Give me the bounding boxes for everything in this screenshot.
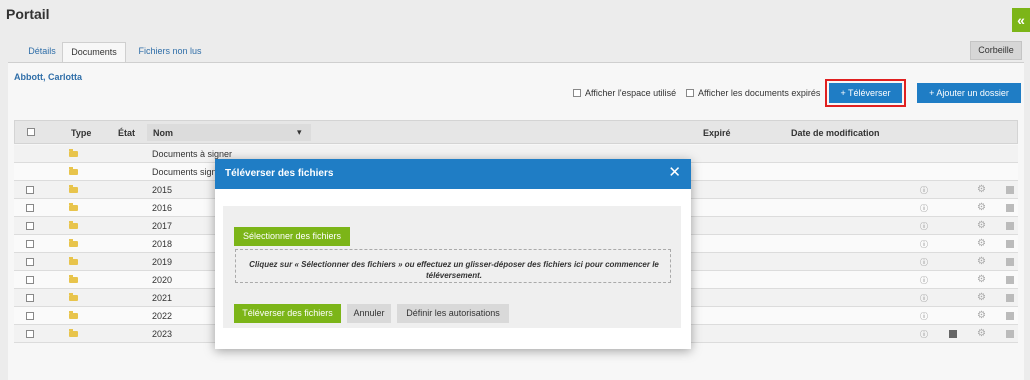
- upload-modal: Téléverser des fichiers ✕ Sélectionner d…: [215, 159, 691, 349]
- menu-icon[interactable]: [1006, 294, 1014, 302]
- select-all-checkbox[interactable]: [27, 128, 35, 136]
- set-permissions-button[interactable]: Définir les autorisations: [397, 304, 509, 323]
- select-files-button[interactable]: Sélectionner des fichiers: [234, 227, 350, 246]
- modal-body: Sélectionner des fichiers Cliquez sur « …: [223, 206, 681, 328]
- top-bar: Portail «: [0, 0, 1030, 32]
- owner-name[interactable]: Abbott, Carlotta: [14, 72, 82, 82]
- show-expired-checkbox[interactable]: [686, 89, 694, 97]
- info-icon[interactable]: ⓘ: [920, 275, 928, 286]
- folder-icon: [69, 167, 78, 175]
- folder-icon: [69, 239, 78, 247]
- folder-icon: [69, 221, 78, 229]
- tab-documents[interactable]: Documents: [62, 42, 126, 63]
- gear-icon[interactable]: ⚙: [977, 292, 986, 303]
- folder-icon: [69, 203, 78, 211]
- row-checkbox[interactable]: [26, 204, 34, 212]
- row-name[interactable]: 2022: [152, 311, 172, 321]
- col-name: Nom: [153, 128, 173, 138]
- edit-icon[interactable]: [949, 330, 957, 338]
- menu-icon[interactable]: [1006, 258, 1014, 266]
- menu-icon[interactable]: [1006, 186, 1014, 194]
- col-expired[interactable]: Expiré: [703, 128, 731, 138]
- gear-icon[interactable]: ⚙: [977, 220, 986, 231]
- row-name[interactable]: 2017: [152, 221, 172, 231]
- row-checkbox[interactable]: [26, 312, 34, 320]
- row-checkbox[interactable]: [26, 276, 34, 284]
- show-expired-label: Afficher les documents expirés: [698, 88, 821, 98]
- row-checkbox[interactable]: [26, 330, 34, 338]
- trash-button[interactable]: Corbeille: [970, 41, 1022, 60]
- folder-icon: [69, 293, 78, 301]
- info-icon[interactable]: ⓘ: [920, 329, 928, 340]
- info-icon[interactable]: ⓘ: [920, 239, 928, 250]
- row-name[interactable]: 2018: [152, 239, 172, 249]
- gear-icon[interactable]: ⚙: [977, 328, 986, 339]
- drop-zone-text: Cliquez sur « Sélectionner des fichiers …: [249, 260, 659, 280]
- col-modified[interactable]: Date de modification: [791, 128, 880, 138]
- row-name[interactable]: 2015: [152, 185, 172, 195]
- upload-button[interactable]: + Téléverser: [829, 83, 902, 103]
- folder-icon: [69, 275, 78, 283]
- info-icon[interactable]: ⓘ: [920, 221, 928, 232]
- gear-icon[interactable]: ⚙: [977, 256, 986, 267]
- sort-caret-icon: ▾: [297, 127, 302, 137]
- info-icon[interactable]: ⓘ: [920, 185, 928, 196]
- menu-icon[interactable]: [1006, 330, 1014, 338]
- info-icon[interactable]: ⓘ: [920, 203, 928, 214]
- add-folder-button[interactable]: + Ajouter un dossier: [917, 83, 1021, 103]
- info-icon[interactable]: ⓘ: [920, 311, 928, 322]
- row-name[interactable]: 2023: [152, 329, 172, 339]
- row-name[interactable]: 2016: [152, 203, 172, 213]
- gear-icon[interactable]: ⚙: [977, 274, 986, 285]
- info-icon[interactable]: ⓘ: [920, 293, 928, 304]
- cancel-button[interactable]: Annuler: [347, 304, 391, 323]
- col-state[interactable]: État: [118, 128, 135, 138]
- show-space-option[interactable]: Afficher l'espace utilisé: [573, 88, 676, 98]
- name-sort-box[interactable]: Nom ▾: [147, 124, 311, 141]
- row-name[interactable]: 2020: [152, 275, 172, 285]
- close-icon[interactable]: ✕: [668, 165, 681, 180]
- row-checkbox[interactable]: [26, 222, 34, 230]
- folder-icon: [69, 185, 78, 193]
- modal-header: Téléverser des fichiers ✕: [215, 159, 691, 189]
- menu-icon[interactable]: [1006, 312, 1014, 320]
- page-title: Portail: [6, 6, 50, 22]
- row-checkbox[interactable]: [26, 294, 34, 302]
- folder-icon: [69, 149, 78, 157]
- gear-icon[interactable]: ⚙: [977, 310, 986, 321]
- folder-icon: [69, 329, 78, 337]
- collapse-panel-button[interactable]: «: [1012, 8, 1030, 32]
- menu-icon[interactable]: [1006, 204, 1014, 212]
- row-name[interactable]: 2021: [152, 293, 172, 303]
- drop-zone[interactable]: Cliquez sur « Sélectionner des fichiers …: [235, 249, 671, 283]
- gear-icon[interactable]: ⚙: [977, 184, 986, 195]
- row-checkbox[interactable]: [26, 240, 34, 248]
- table-header: Type État Nom ▾ Expiré Date de modificat…: [14, 120, 1018, 144]
- gear-icon[interactable]: ⚙: [977, 202, 986, 213]
- info-icon[interactable]: ⓘ: [920, 257, 928, 268]
- gear-icon[interactable]: ⚙: [977, 238, 986, 249]
- modal-title: Téléverser des fichiers: [225, 168, 334, 179]
- col-type[interactable]: Type: [71, 128, 91, 138]
- menu-icon[interactable]: [1006, 222, 1014, 230]
- row-checkbox[interactable]: [26, 186, 34, 194]
- menu-icon[interactable]: [1006, 240, 1014, 248]
- menu-icon[interactable]: [1006, 276, 1014, 284]
- upload-files-button[interactable]: Téléverser des fichiers: [234, 304, 341, 323]
- folder-icon: [69, 311, 78, 319]
- show-space-label: Afficher l'espace utilisé: [585, 88, 677, 98]
- row-checkbox[interactable]: [26, 258, 34, 266]
- tab-unread-files[interactable]: Fichiers non lus: [134, 42, 206, 63]
- show-space-checkbox[interactable]: [573, 89, 581, 97]
- tab-details[interactable]: Détails: [20, 42, 64, 63]
- row-name[interactable]: 2019: [152, 257, 172, 267]
- row-name[interactable]: Documents à signer: [152, 149, 232, 159]
- folder-icon: [69, 257, 78, 265]
- show-expired-option[interactable]: Afficher les documents expirés: [686, 88, 820, 98]
